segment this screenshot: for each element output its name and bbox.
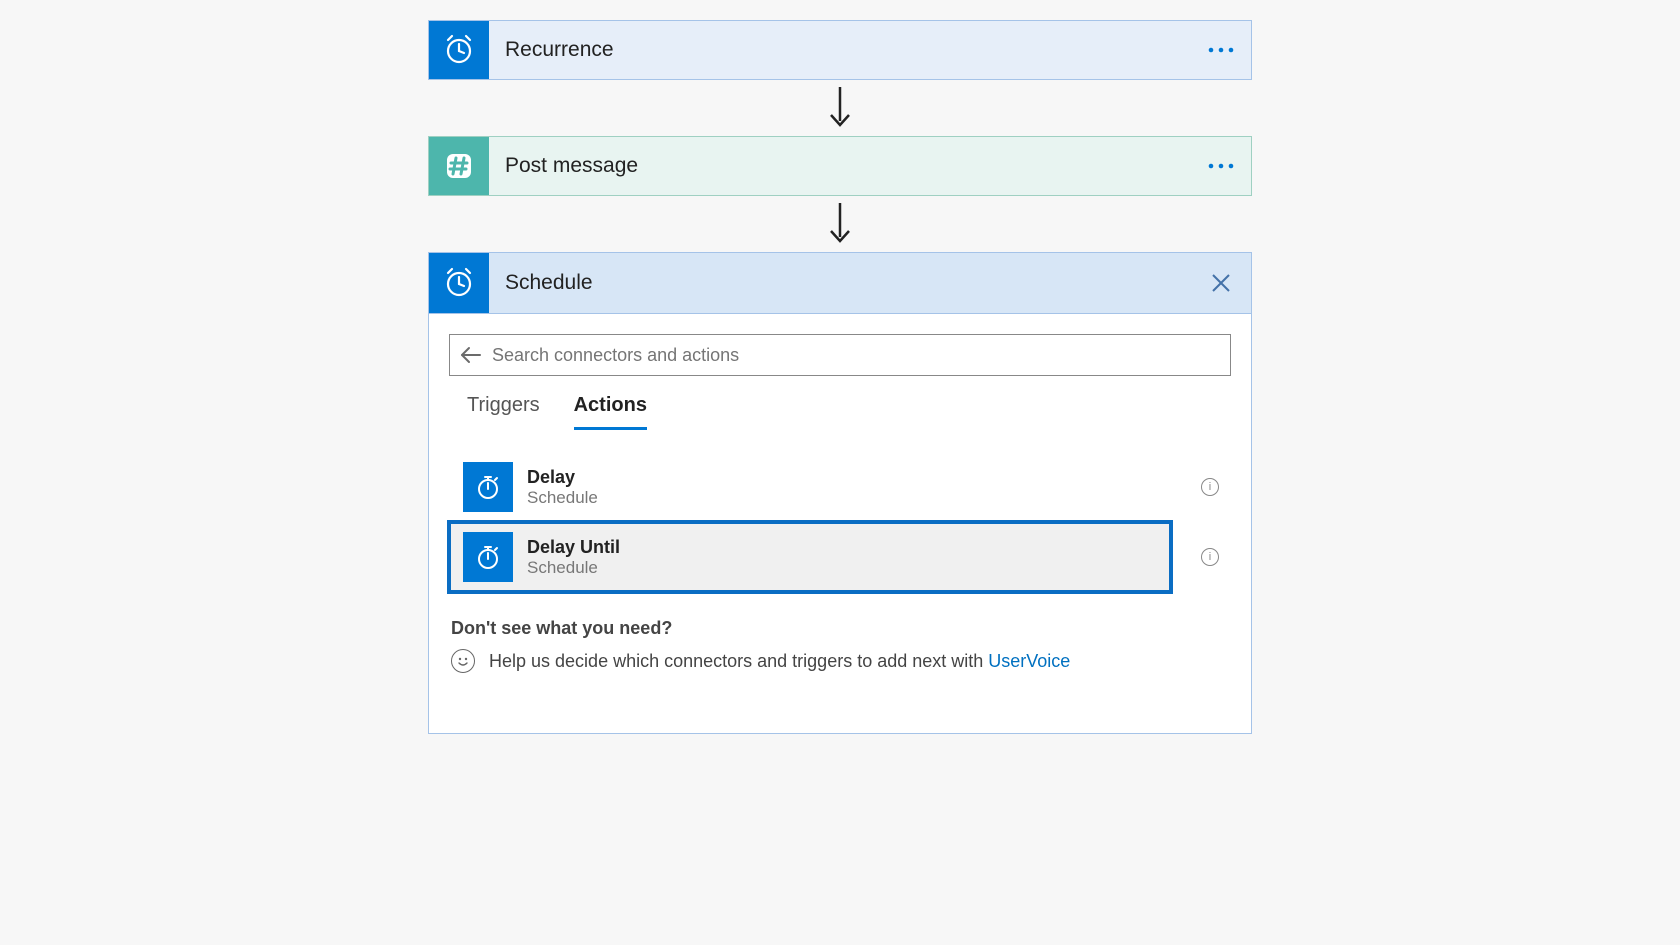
hashtag-icon [429, 137, 489, 195]
uservoice-link[interactable]: UserVoice [988, 651, 1070, 671]
back-arrow-icon[interactable] [460, 344, 482, 366]
search-input[interactable] [492, 345, 1220, 366]
flow-arrow-icon [428, 80, 1252, 136]
footer-help: Help us decide which connectors and trig… [449, 649, 1231, 673]
action-connector: Schedule [527, 558, 620, 578]
stopwatch-icon [463, 462, 513, 512]
tabs: Triggers Actions [449, 376, 1231, 430]
step-post-message[interactable]: Post message [428, 136, 1252, 196]
search-box[interactable] [449, 334, 1231, 376]
tab-triggers[interactable]: Triggers [467, 394, 540, 430]
footer-question: Don't see what you need? [449, 618, 1231, 639]
footer-help-text: Help us decide which connectors and trig… [489, 651, 988, 671]
smiley-icon [451, 649, 475, 673]
step-title: Recurrence [489, 21, 1191, 79]
schedule-panel: Schedule Triggers Acti [428, 252, 1252, 734]
more-options-button[interactable] [1191, 21, 1251, 79]
step-title: Post message [489, 137, 1191, 195]
flow-arrow-icon [428, 196, 1252, 252]
info-icon[interactable]: i [1201, 478, 1219, 496]
info-icon[interactable]: i [1201, 548, 1219, 566]
action-delay[interactable]: Delay Schedule i [449, 452, 1231, 522]
action-connector: Schedule [527, 488, 598, 508]
action-name: Delay [527, 467, 598, 488]
step-recurrence[interactable]: Recurrence [428, 20, 1252, 80]
tab-actions[interactable]: Actions [574, 394, 647, 430]
action-name: Delay Until [527, 537, 620, 558]
action-delay-until[interactable]: Delay Until Schedule [449, 522, 1171, 592]
clock-icon [429, 253, 489, 313]
more-options-button[interactable] [1191, 137, 1251, 195]
clock-icon [429, 21, 489, 79]
panel-title: Schedule [489, 253, 1191, 313]
panel-header: Schedule [429, 253, 1251, 313]
close-button[interactable] [1191, 253, 1251, 313]
stopwatch-icon [463, 532, 513, 582]
